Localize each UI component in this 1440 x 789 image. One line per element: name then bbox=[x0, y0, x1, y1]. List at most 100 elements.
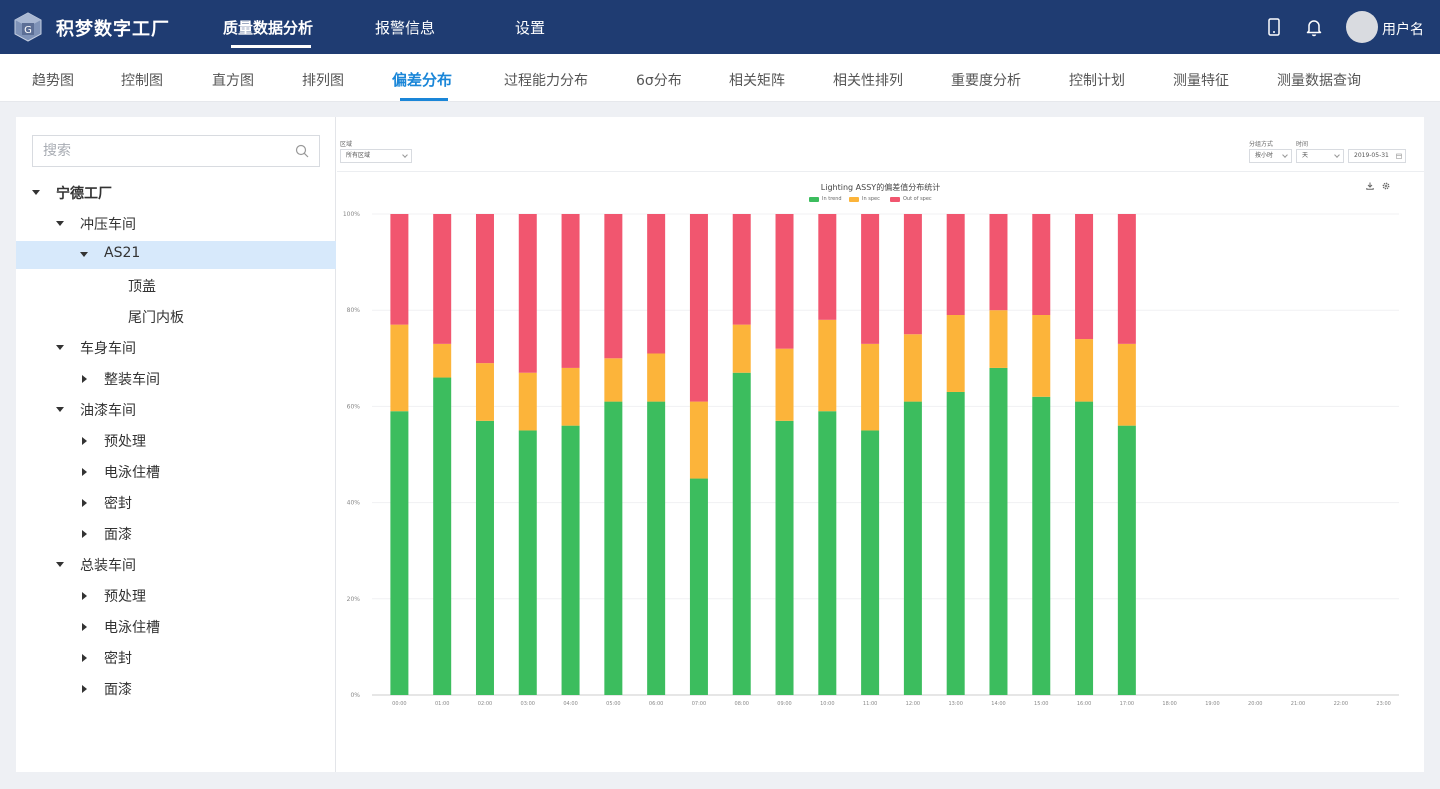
tree-node[interactable]: AS21 bbox=[16, 241, 336, 269]
nav-settings[interactable]: 设置 bbox=[515, 17, 545, 38]
tree-node[interactable]: 面漆 bbox=[16, 675, 336, 703]
tree-node[interactable]: 宁德工厂 bbox=[16, 179, 336, 207]
bar-segment bbox=[732, 214, 751, 325]
bar-segment bbox=[946, 214, 965, 316]
nav-quality-analysis[interactable]: 质量数据分析 bbox=[223, 17, 313, 38]
tab-control-plan[interactable]: 控制计划 bbox=[1069, 70, 1125, 90]
tree-node[interactable]: 预处理 bbox=[16, 427, 336, 455]
sidebar: 宁德工厂冲压车间AS21顶盖尾门内板车身车间整装车间油漆车间预处理电泳住槽密封面… bbox=[16, 117, 336, 772]
tab-measurement-features[interactable]: 测量特征 bbox=[1173, 70, 1229, 90]
tree-node-label: 宁德工厂 bbox=[56, 186, 112, 202]
tab-measurement-query[interactable]: 测量数据查询 bbox=[1277, 70, 1361, 90]
bar-segment bbox=[903, 334, 922, 402]
caret-right-icon[interactable] bbox=[82, 499, 87, 507]
bar-segment bbox=[946, 391, 965, 695]
bar-segment bbox=[1075, 401, 1094, 695]
tree-node[interactable]: 冲压车间 bbox=[16, 210, 336, 238]
tab-histogram[interactable]: 直方图 bbox=[212, 70, 254, 90]
app-title: 积梦数字工厂 bbox=[56, 19, 170, 40]
caret-down-icon[interactable] bbox=[56, 345, 64, 350]
nav-active-indicator bbox=[231, 45, 311, 48]
caret-right-icon[interactable] bbox=[82, 685, 87, 693]
x-tick-label: 14:00 bbox=[991, 701, 1005, 707]
tree-node-label: AS21 bbox=[104, 245, 141, 261]
caret-right-icon[interactable] bbox=[82, 468, 87, 476]
bar-segment bbox=[1117, 425, 1136, 695]
avatar[interactable] bbox=[1346, 11, 1378, 43]
bar-segment bbox=[433, 377, 452, 695]
caret-down-icon[interactable] bbox=[56, 562, 64, 567]
search-icon[interactable] bbox=[295, 144, 309, 158]
bar-segment bbox=[861, 214, 880, 344]
bar-segment bbox=[647, 401, 666, 695]
tree-node-label: 电泳住槽 bbox=[104, 465, 160, 481]
x-tick-label: 17:00 bbox=[1120, 701, 1134, 707]
tree-node[interactable]: 顶盖 bbox=[16, 272, 336, 300]
tree-node-label: 整装车间 bbox=[104, 372, 160, 388]
x-tick-label: 02:00 bbox=[478, 701, 492, 707]
bar-segment bbox=[561, 425, 580, 695]
tab-six-sigma[interactable]: 6σ分布 bbox=[636, 70, 682, 90]
tab-deviation-distribution[interactable]: 偏差分布 bbox=[392, 69, 452, 90]
bell-icon[interactable] bbox=[1304, 17, 1324, 37]
caret-down-icon[interactable] bbox=[32, 190, 40, 195]
x-tick-label: 00:00 bbox=[392, 701, 406, 707]
tab-correlation-ranking[interactable]: 相关性排列 bbox=[833, 70, 903, 90]
search-input[interactable] bbox=[33, 136, 273, 166]
bar-segment bbox=[1117, 343, 1136, 426]
caret-down-icon[interactable] bbox=[56, 221, 64, 226]
caret-right-icon[interactable] bbox=[82, 654, 87, 662]
tree-node-label: 预处理 bbox=[104, 589, 146, 605]
tree-node[interactable]: 总装车间 bbox=[16, 551, 336, 579]
bar-segment bbox=[390, 324, 409, 412]
phone-icon[interactable] bbox=[1264, 17, 1284, 37]
top-header: G 积梦数字工厂 质量数据分析 报警信息 设置 用户名 bbox=[0, 0, 1440, 54]
tab-pareto[interactable]: 排列图 bbox=[302, 70, 344, 90]
tree-node[interactable]: 整装车间 bbox=[16, 365, 336, 393]
bar-segment bbox=[518, 430, 537, 695]
y-tick-label: 80% bbox=[347, 307, 361, 314]
bar-segment bbox=[903, 401, 922, 695]
tree-node[interactable]: 油漆车间 bbox=[16, 396, 336, 424]
bar-segment bbox=[1075, 339, 1094, 402]
bar-segment bbox=[433, 214, 452, 344]
tab-importance-analysis[interactable]: 重要度分析 bbox=[951, 70, 1021, 90]
x-tick-label: 05:00 bbox=[606, 701, 620, 707]
tree-node[interactable]: 密封 bbox=[16, 489, 336, 517]
logo-icon: G bbox=[14, 12, 42, 42]
tree-node[interactable]: 尾门内板 bbox=[16, 303, 336, 331]
caret-right-icon[interactable] bbox=[82, 375, 87, 383]
nav-alarm-info[interactable]: 报警信息 bbox=[375, 17, 435, 38]
tree-node-label: 顶盖 bbox=[128, 279, 156, 295]
sub-nav: 趋势图 控制图 直方图 排列图 偏差分布 过程能力分布 6σ分布 相关矩阵 相关… bbox=[0, 54, 1440, 102]
caret-down-icon[interactable] bbox=[56, 407, 64, 412]
bar-segment bbox=[475, 420, 494, 695]
caret-right-icon[interactable] bbox=[82, 592, 87, 600]
x-tick-label: 16:00 bbox=[1077, 701, 1091, 707]
y-tick-label: 100% bbox=[343, 211, 360, 218]
bar-segment bbox=[989, 310, 1008, 368]
caret-right-icon[interactable] bbox=[82, 623, 87, 631]
tree-node-label: 面漆 bbox=[104, 527, 132, 543]
bar-segment bbox=[433, 343, 452, 378]
bar-segment bbox=[775, 214, 794, 349]
caret-down-icon[interactable] bbox=[80, 252, 88, 257]
tab-trend[interactable]: 趋势图 bbox=[32, 70, 74, 90]
tree-node[interactable]: 电泳住槽 bbox=[16, 613, 336, 641]
tab-process-capability[interactable]: 过程能力分布 bbox=[504, 70, 588, 90]
tab-control-chart[interactable]: 控制图 bbox=[121, 70, 163, 90]
username[interactable]: 用户名 bbox=[1382, 19, 1424, 39]
x-tick-label: 22:00 bbox=[1334, 701, 1348, 707]
bar-segment bbox=[903, 214, 922, 335]
caret-right-icon[interactable] bbox=[82, 530, 87, 538]
tree-node[interactable]: 预处理 bbox=[16, 582, 336, 610]
tree-node[interactable]: 电泳住槽 bbox=[16, 458, 336, 486]
tree-node[interactable]: 车身车间 bbox=[16, 334, 336, 362]
tree-node-label: 尾门内板 bbox=[128, 310, 184, 326]
caret-right-icon[interactable] bbox=[82, 437, 87, 445]
tab-correlation-matrix[interactable]: 相关矩阵 bbox=[729, 70, 785, 90]
tab-active-indicator bbox=[400, 98, 448, 101]
tree-node[interactable]: 密封 bbox=[16, 644, 336, 672]
x-tick-label: 21:00 bbox=[1291, 701, 1305, 707]
tree-node[interactable]: 面漆 bbox=[16, 520, 336, 548]
